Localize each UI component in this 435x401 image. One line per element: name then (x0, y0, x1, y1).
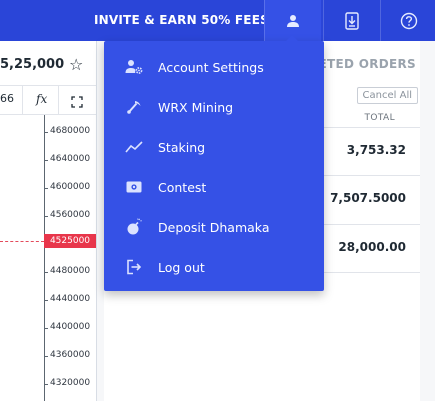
menu-label: WRX Mining (158, 99, 234, 115)
market-price: 5,25,000 (0, 57, 65, 72)
axis-label: 4640000 (50, 154, 91, 164)
menu-label: Contest (158, 179, 207, 195)
axis-tick (44, 132, 48, 133)
menu-item-staking[interactable]: Staking (104, 127, 324, 167)
axis-tick (44, 300, 48, 301)
order-total: 3,753.32 (346, 143, 406, 157)
download-app-button[interactable] (323, 0, 380, 41)
axis-label: 4440000 (50, 294, 91, 304)
chart-toolbar: 66 𝑓x (0, 85, 96, 115)
axis-tick (44, 328, 48, 329)
logout-icon (124, 257, 144, 277)
total-column-header: TOTAL (364, 113, 395, 123)
axis-tick (44, 160, 48, 161)
order-total: 7,507.5000 (330, 191, 406, 205)
axis-label: 4480000 (50, 266, 91, 276)
ticket-icon (124, 177, 144, 197)
toolbar-divider (58, 86, 59, 114)
current-price-line (0, 241, 44, 242)
axis-line (44, 115, 45, 401)
user-settings-icon (124, 57, 144, 77)
download-icon (345, 11, 359, 30)
axis-label: 4360000 (50, 350, 91, 360)
axis-label: 4400000 (50, 322, 91, 332)
price-chart-panel: 5,25,000 ☆ 66 𝑓x 4680000 4640000 4600000… (0, 41, 97, 401)
axis-tick (44, 356, 48, 357)
axis-tick (44, 188, 48, 189)
axis-label: 4680000 (50, 126, 91, 136)
menu-label: Account Settings (158, 59, 264, 75)
toolbar-divider (22, 86, 23, 114)
bomb-icon (124, 217, 144, 237)
chart-header: 5,25,000 ☆ (0, 51, 96, 79)
top-navigation-bar: INVITE & EARN 50% FEES (0, 0, 435, 41)
menu-label: Deposit Dhamaka (158, 219, 270, 235)
fullscreen-icon[interactable] (71, 93, 83, 112)
menu-label: Log out (158, 259, 205, 275)
axis-label: 4560000 (50, 210, 91, 220)
menu-item-wrx-mining[interactable]: WRX Mining (104, 87, 324, 127)
user-icon (287, 14, 299, 27)
mining-pick-icon (124, 97, 144, 117)
menu-item-deposit-dhamaka[interactable]: Deposit Dhamaka (104, 207, 324, 247)
axis-tick (44, 216, 48, 217)
axis-label: 4320000 (50, 378, 91, 388)
help-button[interactable] (380, 0, 435, 41)
cancel-all-button[interactable]: Cancel All (356, 87, 418, 104)
trend-line-icon (124, 137, 144, 157)
axis-tick (44, 272, 48, 273)
help-icon (400, 12, 418, 29)
account-dropdown-menu: Account Settings WRX Mining Staking Cont… (104, 35, 324, 291)
menu-item-account-settings[interactable]: Account Settings (104, 47, 324, 87)
menu-item-log-out[interactable]: Log out (104, 247, 324, 287)
invite-earn-link[interactable]: INVITE & EARN 50% FEES (94, 0, 269, 41)
axis-label: 4600000 (50, 182, 91, 192)
menu-item-contest[interactable]: Contest (104, 167, 324, 207)
current-price-badge: 4525000 (44, 234, 96, 248)
menu-label: Staking (158, 139, 206, 155)
interval-selector[interactable]: 66 (0, 92, 14, 105)
axis-tick (44, 384, 48, 385)
price-axis: 4680000 4640000 4600000 4560000 4525000 … (0, 115, 96, 401)
indicators-fx-icon[interactable]: 𝑓x (36, 92, 47, 106)
star-icon[interactable]: ☆ (69, 55, 83, 74)
order-total: 28,000.00 (338, 240, 406, 254)
